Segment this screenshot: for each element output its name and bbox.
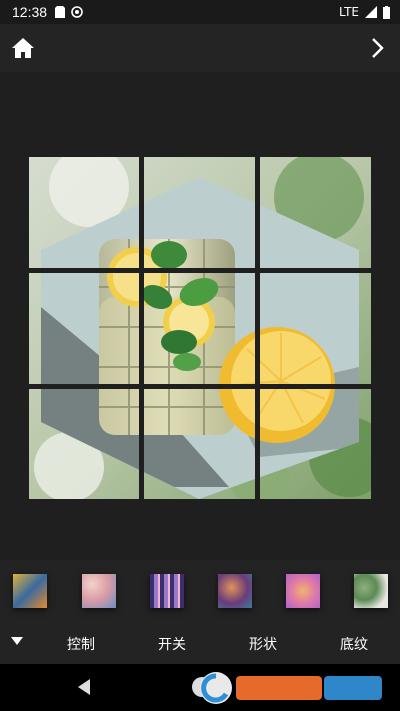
signal-icon <box>365 6 377 18</box>
thumb-pattern-yellow-blue[interactable] <box>13 574 47 608</box>
status-right: LTE <box>339 5 390 19</box>
photo-grid[interactable] <box>29 147 389 507</box>
sd-card-icon <box>55 6 66 18</box>
thumb-pattern-color-bokeh[interactable] <box>218 574 252 608</box>
collapse-arrow-icon[interactable] <box>10 636 24 646</box>
back-icon[interactable] <box>76 678 92 696</box>
tab-texture[interactable]: 底纹 <box>340 634 368 654</box>
thumb-pattern-pink-bokeh[interactable] <box>82 574 116 608</box>
thumb-pattern-forest-purple[interactable] <box>150 574 184 608</box>
sync-icon <box>71 6 83 18</box>
tab-switch[interactable]: 开关 <box>158 634 186 654</box>
status-time: 12:38 <box>12 4 48 20</box>
network-label: LTE <box>339 5 359 19</box>
tab-shape[interactable]: 形状 <box>249 634 277 654</box>
photo-collage <box>29 147 389 507</box>
chevron-right-icon[interactable] <box>370 36 386 60</box>
thumb-pattern-green-leaves[interactable] <box>354 574 388 608</box>
system-nav-bar <box>0 664 400 711</box>
watermark-logo <box>200 672 382 704</box>
battery-icon <box>383 5 390 19</box>
thumb-pattern-pink-orange[interactable] <box>286 574 320 608</box>
pattern-thumbnail-strip <box>0 560 400 622</box>
status-bar: 12:38 LTE <box>0 0 400 24</box>
tab-control[interactable]: 控制 <box>67 634 95 654</box>
status-notification-icons <box>55 6 83 18</box>
tool-tabs: 控制 开关 形状 底纹 <box>0 622 400 664</box>
home-icon[interactable] <box>10 36 36 60</box>
top-bar <box>0 24 400 72</box>
